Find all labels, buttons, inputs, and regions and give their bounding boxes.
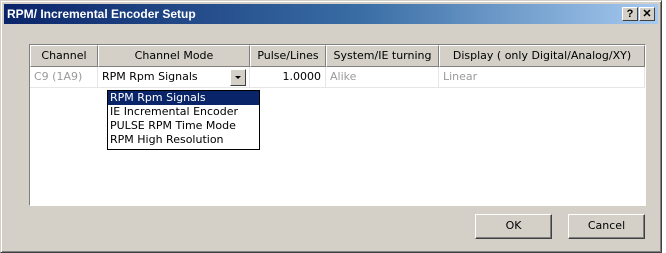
dropdown-option-incremental-encoder[interactable]: IE Incremental Encoder bbox=[108, 105, 259, 119]
cell-system-ie-turning[interactable]: Alike bbox=[326, 67, 439, 88]
help-icon: ? bbox=[626, 8, 634, 20]
cell-channel-mode[interactable]: RPM Rpm Signals bbox=[98, 67, 250, 88]
column-header-system-ie-turning[interactable]: System/IE turning bbox=[326, 45, 439, 67]
help-button[interactable]: ? bbox=[622, 7, 638, 21]
combo-dropdown-button[interactable] bbox=[230, 69, 246, 86]
ok-button[interactable]: OK bbox=[475, 214, 552, 239]
encoder-setup-dialog: RPM/ Incremental Encoder Setup ? ✕ Chann… bbox=[0, 0, 662, 253]
column-header-channel-mode[interactable]: Channel Mode bbox=[98, 45, 250, 67]
close-button[interactable]: ✕ bbox=[639, 7, 655, 21]
dropdown-option-high-resolution[interactable]: RPM High Resolution bbox=[108, 133, 259, 147]
dropdown-option-rpm-signals[interactable]: RPM Rpm Signals bbox=[108, 91, 259, 105]
column-header-channel[interactable]: Channel bbox=[30, 45, 98, 67]
grid-header: Channel Channel Mode Pulse/Lines System/… bbox=[30, 45, 645, 67]
channel-mode-combo[interactable]: RPM Rpm Signals bbox=[98, 67, 248, 87]
table-row[interactable]: C9 (1A9) RPM Rpm Signals 1.0000 Alike Li… bbox=[30, 67, 645, 88]
channel-mode-value: RPM Rpm Signals bbox=[102, 70, 198, 83]
close-icon: ✕ bbox=[642, 8, 652, 20]
cell-display[interactable]: Linear bbox=[439, 67, 645, 88]
dropdown-option-pulse-time-mode[interactable]: PULSE RPM Time Mode bbox=[108, 119, 259, 133]
cell-pulse-lines[interactable]: 1.0000 bbox=[250, 67, 326, 88]
column-header-display[interactable]: Display ( only Digital/Analog/XY) bbox=[439, 45, 645, 67]
chevron-down-icon bbox=[235, 76, 241, 79]
channel-mode-dropdown-list: RPM Rpm Signals IE Incremental Encoder P… bbox=[107, 90, 260, 150]
column-header-pulse-lines[interactable]: Pulse/Lines bbox=[250, 45, 326, 67]
window-title: RPM/ Incremental Encoder Setup bbox=[7, 7, 196, 21]
cell-channel[interactable]: C9 (1A9) bbox=[30, 67, 98, 88]
title-bar[interactable]: RPM/ Incremental Encoder Setup ? ✕ bbox=[4, 4, 658, 24]
cancel-button[interactable]: Cancel bbox=[568, 214, 645, 239]
